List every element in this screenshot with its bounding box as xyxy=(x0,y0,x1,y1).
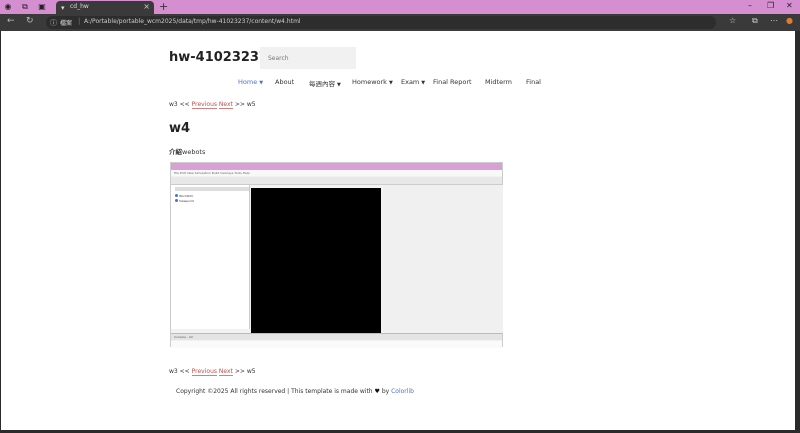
chevron-down-icon: ▼ xyxy=(337,82,341,88)
intro-text: 介紹webots xyxy=(169,146,205,156)
menu-item-homework[interactable]: Homework ▼ xyxy=(352,78,393,86)
search-input[interactable] xyxy=(260,47,356,69)
footer: Copyright ©2025 All rights reserved | Th… xyxy=(176,388,414,395)
address-bar-row: ← ↻ ⓘ 檔案 | A:/Portable/portable_wcm2025/… xyxy=(0,14,800,31)
node-icon xyxy=(175,194,178,197)
restore-icon[interactable]: ❐ xyxy=(767,1,774,10)
pager-prev-sep: << xyxy=(179,101,190,108)
url-field[interactable]: ⓘ 檔案 | A:/Portable/portable_wcm2025/data… xyxy=(46,16,716,29)
tab-title: cd_hw xyxy=(70,3,89,10)
intro-bold: 介紹 xyxy=(169,148,182,156)
refresh-icon[interactable]: ↻ xyxy=(26,16,34,26)
chevron-down-icon: ▼ xyxy=(388,80,393,86)
heart-icon: ♥ xyxy=(374,388,380,395)
shot-tree-item: WorldInfo xyxy=(175,194,193,198)
back-icon[interactable]: ← xyxy=(7,16,15,26)
pager-prev-sep: << xyxy=(179,368,190,375)
shot-titlebar xyxy=(171,163,502,170)
next-link[interactable]: Next xyxy=(218,368,233,376)
pager-next-sep: >> xyxy=(234,101,245,108)
web-page: hw-41023237 Home▼ About 每週內容▼ Homework▼ … xyxy=(1,31,795,430)
new-tab-icon[interactable]: + xyxy=(159,0,168,13)
menu-item-final-report[interactable]: Final Report xyxy=(433,78,472,86)
shot-scene-tree: WorldInfo Viewpoint xyxy=(171,185,250,329)
info-icon[interactable]: ⓘ xyxy=(50,18,57,28)
profile-icon[interactable]: ◉ xyxy=(3,2,13,12)
workspaces-icon[interactable]: ⧉ xyxy=(20,2,30,12)
pager-next-page: w5 xyxy=(246,101,256,108)
tab-actions-icon[interactable]: ▣ xyxy=(37,2,47,12)
extensions-icon[interactable]: ⧉ xyxy=(752,16,758,26)
close-tab-icon[interactable]: × xyxy=(143,2,150,11)
pager-next-sep: >> xyxy=(234,368,245,375)
copilot-icon[interactable]: ● xyxy=(786,16,793,25)
url-scheme-label: 檔案 xyxy=(60,20,73,27)
menu-item-about[interactable]: About xyxy=(275,78,294,86)
pager-prev-page: w3 xyxy=(169,101,178,108)
close-window-icon[interactable]: ✕ xyxy=(786,1,793,10)
pager-bottom: w3 << Previous Next >> w5 xyxy=(169,368,256,376)
intro-rest: webots xyxy=(182,148,206,156)
page-favicon-icon: ▾ xyxy=(61,4,65,12)
node-icon xyxy=(175,199,178,202)
menu-item-home[interactable]: Home ▼ xyxy=(238,78,263,86)
url-text: A:/Portable/portable_wcm2025/data/tmp/hw… xyxy=(84,18,301,25)
shot-menubar: File Edit View Simulation Build Overlays… xyxy=(171,170,502,176)
chevron-down-icon: ▼ xyxy=(259,80,264,86)
url-separator: | xyxy=(78,17,81,25)
shot-text-editor xyxy=(383,185,503,333)
next-link[interactable]: Next xyxy=(218,101,233,109)
favorite-star-icon[interactable]: ☆ xyxy=(729,16,736,25)
webots-screenshot-image: File Edit View Simulation Build Overlays… xyxy=(170,162,503,348)
shot-toolbar xyxy=(171,177,502,185)
tab-active[interactable]: ▾ cd_hw × xyxy=(56,1,154,14)
more-icon[interactable]: ⋯ xyxy=(770,16,778,25)
menu-item-weekly[interactable]: 每週內容 ▼ xyxy=(309,78,341,88)
footer-by: by xyxy=(381,388,390,395)
menu-item-final[interactable]: Final xyxy=(526,78,541,86)
menu-item-midterm[interactable]: Midterm xyxy=(485,78,512,86)
chevron-down-icon: ▼ xyxy=(421,80,426,86)
footer-text: Copyright ©2025 All rights reserved | Th… xyxy=(176,388,373,395)
shot-status xyxy=(171,341,502,348)
previous-link[interactable]: Previous xyxy=(191,368,217,376)
minimize-icon[interactable]: – xyxy=(748,1,752,10)
shot-tree-header xyxy=(175,187,249,191)
previous-link[interactable]: Previous xyxy=(191,101,217,109)
browser-titlebar: ◉ ⧉ ▣ ▾ cd_hw × + – ❐ ✕ xyxy=(0,0,800,14)
site-title[interactable]: hw-41023237 xyxy=(169,50,268,65)
pager-top: w3 << Previous Next >> w5 xyxy=(169,101,256,109)
page-heading: w4 xyxy=(169,121,191,136)
pager-prev-page: w3 xyxy=(169,368,178,375)
colorlib-link[interactable]: Colorlib xyxy=(391,388,414,395)
shot-tree-item: Viewpoint xyxy=(175,199,194,203)
menu-item-exam[interactable]: Exam ▼ xyxy=(401,78,425,86)
pager-next-page: w5 xyxy=(246,368,256,375)
shot-console: Console - All xyxy=(171,333,502,340)
shot-3d-view xyxy=(251,188,381,333)
